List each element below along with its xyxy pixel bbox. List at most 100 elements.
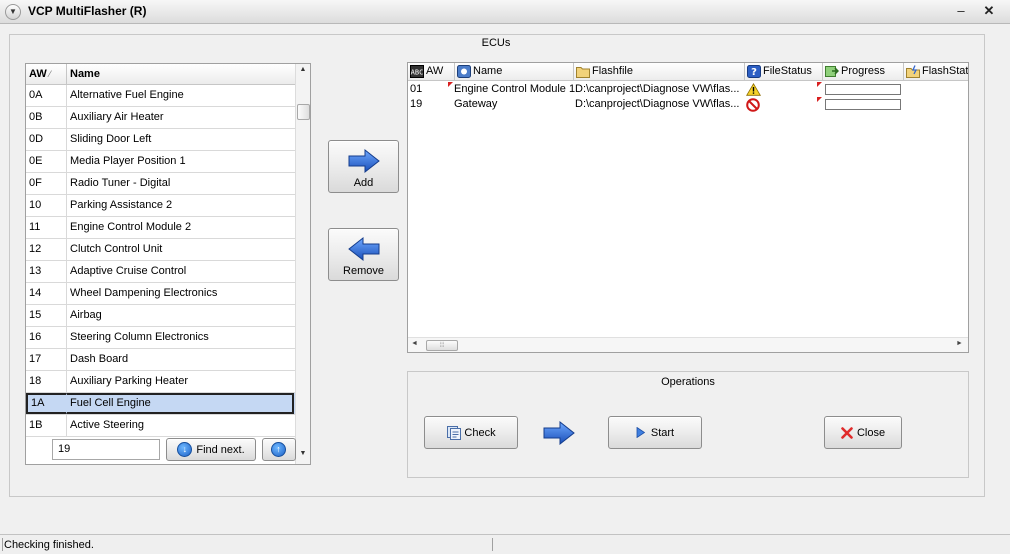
- module-icon: [457, 65, 471, 78]
- list-item[interactable]: 15 Airbag: [26, 305, 295, 327]
- find-next-label: Find next.: [196, 443, 245, 456]
- cell-name: Gateway: [454, 98, 498, 110]
- remove-button[interactable]: Remove: [328, 228, 399, 281]
- arrow-left-icon: [348, 236, 380, 262]
- list-item[interactable]: 13 Adaptive Cruise Control: [26, 261, 295, 283]
- column-header-name[interactable]: Name: [455, 63, 574, 80]
- list-item-aw: 0A: [26, 85, 67, 106]
- cell-flashfile: D:\canproject\Diagnose VW\flas...: [575, 98, 740, 110]
- scroll-down-icon[interactable]: ▼: [296, 450, 310, 462]
- list-item-aw: 1B: [26, 415, 67, 436]
- edit-marker-icon: [448, 82, 453, 87]
- window-title: VCP MultiFlasher (R): [28, 4, 147, 18]
- scroll-thumb[interactable]: [297, 104, 310, 120]
- list-item-name: Alternative Fuel Engine: [70, 89, 184, 101]
- list-item[interactable]: 17 Dash Board: [26, 349, 295, 371]
- list-item-name: Media Player Position 1: [70, 155, 186, 167]
- edit-marker-icon: [817, 82, 822, 87]
- find-input[interactable]: 19: [52, 439, 160, 460]
- list-item-aw: 12: [26, 239, 67, 260]
- scroll-left-icon[interactable]: ◄: [411, 340, 418, 347]
- ecu-list-header: AW ⁄ Name: [26, 64, 295, 85]
- list-item-aw: 18: [26, 371, 67, 392]
- help-icon: ?: [747, 65, 761, 78]
- find-next-button[interactable]: ↓ Find next.: [166, 438, 256, 461]
- list-item-name: Parking Assistance 2: [70, 199, 173, 211]
- list-item[interactable]: 1A Fuel Cell Engine: [26, 393, 295, 415]
- list-item[interactable]: 14 Wheel Dampening Electronics: [26, 283, 295, 305]
- column-header-aw[interactable]: ABC AW: [408, 63, 455, 80]
- list-item-name: Auxiliary Parking Heater: [70, 375, 188, 387]
- list-item[interactable]: 16 Steering Column Electronics: [26, 327, 295, 349]
- list-item-name: Auxiliary Air Heater: [70, 111, 164, 123]
- list-item-aw: 13: [26, 261, 67, 282]
- list-item-name: Fuel Cell Engine: [67, 393, 294, 414]
- flash-grid-header: ABC AW Name Flashfile ? FileStatus Progr…: [408, 63, 968, 81]
- list-item-name: Active Steering: [70, 419, 144, 431]
- ecu-list-rows: 0A Alternative Fuel Engine 0B Auxiliary Air…: [26, 85, 295, 437]
- list-item[interactable]: 1B Active Steering: [26, 415, 295, 437]
- title-bar: ▼ VCP MultiFlasher (R) ‒ ✕: [0, 0, 1010, 24]
- list-item[interactable]: 11 Engine Control Module 2: [26, 217, 295, 239]
- check-label: Check: [464, 426, 496, 439]
- cell-aw: 01: [410, 83, 423, 95]
- flash-grid-row[interactable]: 01 Engine Control Module 1 D:\canproject…: [408, 82, 968, 97]
- list-item-aw: 11: [26, 217, 67, 238]
- progress-icon: [825, 66, 839, 77]
- list-item[interactable]: 18 Auxiliary Parking Heater: [26, 371, 295, 393]
- list-item[interactable]: 0F Radio Tuner - Digital: [26, 173, 295, 195]
- list-item-aw: 16: [26, 327, 67, 348]
- list-item-name: Adaptive Cruise Control: [70, 265, 187, 277]
- add-label: Add: [353, 177, 374, 189]
- operations-group: Operations Check Start Close: [407, 371, 969, 478]
- list-item-name: Dash Board: [70, 353, 129, 365]
- column-header-filestatus[interactable]: ? FileStatus: [745, 63, 823, 80]
- column-header-progress[interactable]: Progress: [823, 63, 904, 80]
- list-item-name: Radio Tuner - Digital: [70, 177, 171, 189]
- cell-name: Engine Control Module 1: [454, 83, 575, 95]
- close-button[interactable]: Close: [824, 416, 902, 449]
- column-header-name[interactable]: Name: [67, 64, 294, 85]
- close-label: Close: [856, 426, 886, 439]
- list-item-aw: 15: [26, 305, 67, 326]
- flash-grid-hscrollbar[interactable]: ◄ ⦙⦙⦙ ►: [408, 337, 968, 352]
- column-header-flashfile[interactable]: Flashfile: [574, 63, 745, 80]
- status-text: Checking finished.: [4, 539, 94, 551]
- hscroll-thumb[interactable]: ⦙⦙⦙: [426, 340, 458, 351]
- close-x-icon: [841, 426, 853, 439]
- start-label: Start: [650, 426, 675, 439]
- window-menu-icon[interactable]: ▼: [5, 4, 21, 20]
- ecu-list[interactable]: AW ⁄ Name 0A Alternative Fuel Engine 0B Aux…: [25, 63, 311, 465]
- ecu-list-scrollbar[interactable]: ▲ ▼: [295, 64, 310, 464]
- add-button[interactable]: Add: [328, 140, 399, 193]
- list-id-icon: ABC: [410, 65, 424, 78]
- start-button[interactable]: Start: [608, 416, 702, 449]
- arrow-right-icon: [348, 148, 380, 174]
- list-item[interactable]: 0E Media Player Position 1: [26, 151, 295, 173]
- list-item-name: Sliding Door Left: [70, 133, 152, 145]
- list-item[interactable]: 10 Parking Assistance 2: [26, 195, 295, 217]
- flash-ecu-grid[interactable]: ABC AW Name Flashfile ? FileStatus Progr…: [407, 62, 969, 353]
- folder-icon: [576, 67, 590, 78]
- close-window-icon[interactable]: ✕: [976, 2, 1002, 21]
- flash-grid-row[interactable]: 19 Gateway D:\canproject\Diagnose VW\fla…: [408, 97, 968, 112]
- list-item[interactable]: 0D Sliding Door Left: [26, 129, 295, 151]
- status-divider: [492, 538, 493, 551]
- minimize-icon[interactable]: ‒: [948, 2, 974, 21]
- check-button[interactable]: Check: [424, 416, 518, 449]
- list-item-aw: 0D: [26, 129, 67, 150]
- ecus-group-title: ECUs: [481, 37, 511, 49]
- find-previous-button[interactable]: ↑: [262, 438, 296, 461]
- scroll-up-icon[interactable]: ▲: [296, 66, 310, 78]
- column-header-aw[interactable]: AW ⁄: [26, 64, 67, 85]
- list-item-aw: 17: [26, 349, 67, 370]
- column-header-flashstat[interactable]: FlashStat: [904, 63, 968, 80]
- list-item[interactable]: 0B Auxiliary Air Heater: [26, 107, 295, 129]
- list-item-aw: 14: [26, 283, 67, 304]
- cell-flashfile: D:\canproject\Diagnose VW\flas...: [575, 83, 740, 95]
- list-item[interactable]: 12 Clutch Control Unit: [26, 239, 295, 261]
- remove-label: Remove: [343, 265, 384, 277]
- list-item[interactable]: 0A Alternative Fuel Engine: [26, 85, 295, 107]
- scroll-right-icon[interactable]: ►: [956, 340, 963, 347]
- list-item-aw: 0E: [26, 151, 67, 172]
